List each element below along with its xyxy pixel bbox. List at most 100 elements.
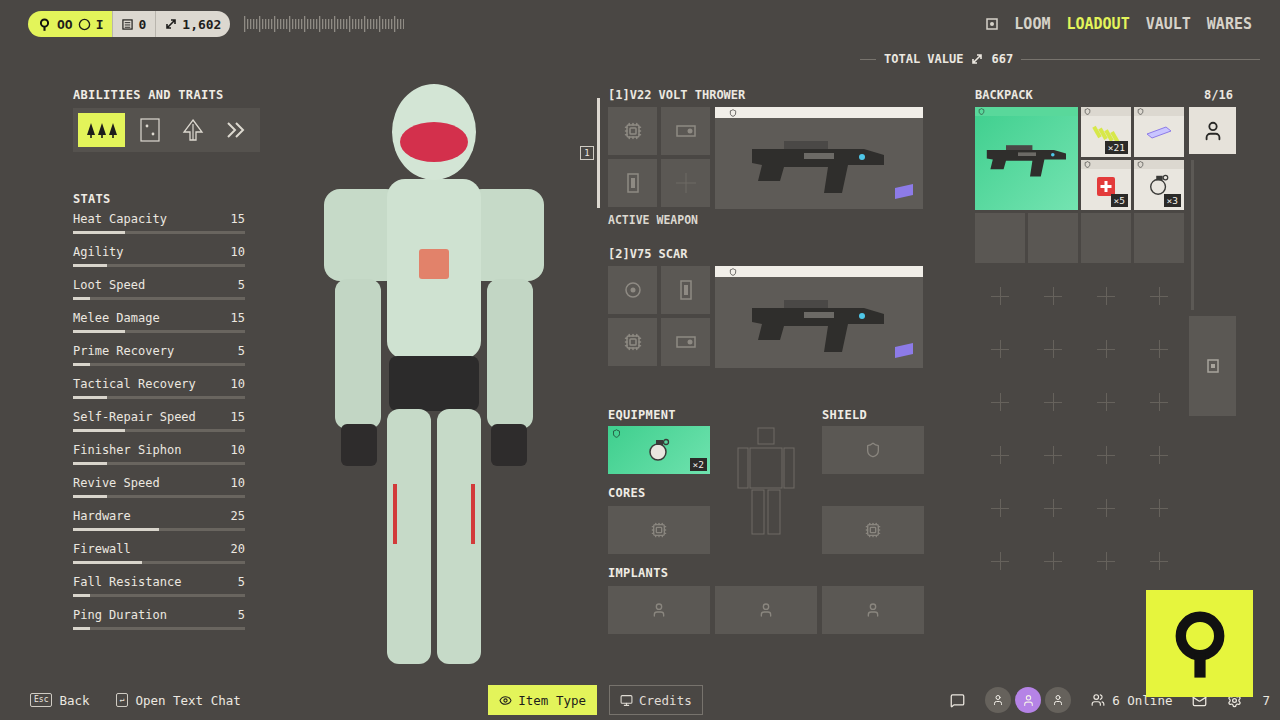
backpack-scrollbar[interactable] (1191, 160, 1194, 310)
cores-title: CORES (608, 486, 710, 500)
backpack-empty-slot[interactable] (1028, 213, 1078, 263)
key-hint[interactable]: EscBack (30, 693, 90, 708)
stat-bar (73, 462, 245, 465)
grenade-icon (646, 437, 672, 463)
locked-slot-mark (975, 536, 1025, 586)
character-preview[interactable] (260, 70, 608, 680)
locked-grid (975, 271, 1184, 586)
weapon-scrollbar[interactable] (597, 98, 600, 208)
nav-tab[interactable]: VAULT (1146, 13, 1191, 35)
counter-value: 0 (138, 17, 146, 32)
locked-slot-mark (1028, 377, 1078, 427)
nav-tab[interactable]: LOADOUT (1066, 13, 1129, 35)
total-value-label: TOTAL VALUE (884, 52, 963, 66)
stat-line: Loot Speed5 (73, 278, 245, 293)
stat-name: Fall Resistance (73, 575, 181, 590)
locked-slot-mark (1134, 483, 1184, 533)
party-slot-button[interactable] (985, 687, 1011, 713)
party-slot-button[interactable] (1045, 687, 1071, 713)
weapon-card[interactable] (715, 107, 923, 209)
ability-button[interactable] (78, 113, 125, 147)
weapon-header: [1]V22 VOLT THROWER (608, 88, 924, 102)
stat-line: Finisher Siphon10 (73, 443, 245, 458)
mod-slot[interactable] (661, 318, 710, 366)
backpack-item[interactable] (1134, 107, 1184, 157)
stat-name: Agility (73, 245, 124, 260)
ability-button[interactable] (218, 113, 255, 147)
stat-value: 10 (231, 476, 245, 491)
core-slot[interactable] (608, 506, 710, 554)
backpack-empty-slot[interactable] (1134, 213, 1184, 263)
stat-row: Melee Damage15 (73, 311, 245, 333)
mod-slot[interactable] (608, 318, 657, 366)
filter-button[interactable]: Item Type (488, 685, 597, 715)
ability-button[interactable] (131, 113, 168, 147)
ability-button[interactable] (174, 113, 211, 147)
stash-button[interactable] (1189, 316, 1236, 416)
key-cap: ↵ (116, 693, 129, 707)
party-leader-button[interactable] (1015, 687, 1041, 713)
locked-slot-mark (1081, 483, 1131, 533)
mod-slot[interactable] (608, 107, 657, 155)
locked-slot-mark (1028, 271, 1078, 321)
backpack-item[interactable]: ×3 (1134, 160, 1184, 210)
weapon-art (715, 277, 923, 368)
character-figure (269, 74, 599, 674)
barcode-icon (244, 14, 404, 34)
nav-tab[interactable]: WARES (1207, 13, 1252, 35)
weapon-card[interactable] (715, 266, 923, 368)
weapon-type-icon (729, 109, 737, 117)
stat-row: Agility10 (73, 245, 245, 267)
locked-slot-mark (1134, 430, 1184, 480)
rank-circle-icon (78, 18, 91, 31)
weapon-body (608, 266, 924, 368)
player-rank: I (96, 17, 104, 32)
stat-row: Loot Speed5 (73, 278, 245, 300)
locked-slot-mark (1134, 377, 1184, 427)
mod-slot[interactable] (608, 266, 657, 314)
backpack-item[interactable]: ×21 (1081, 107, 1131, 157)
stat-name: Finisher Siphon (73, 443, 181, 458)
mod-icon (1144, 122, 1174, 142)
stat-bar (73, 627, 245, 630)
item-count: ×3 (1164, 194, 1181, 207)
stat-name: Ping Duration (73, 608, 167, 623)
stat-name: Self-Repair Speed (73, 410, 196, 425)
stat-name: Heat Capacity (73, 212, 167, 227)
nav-tab[interactable]: LOOM (1014, 13, 1050, 35)
mod-slot[interactable] (661, 159, 710, 207)
stat-value: 25 (231, 509, 245, 524)
party-icon (992, 694, 1004, 706)
mod-slot[interactable] (661, 107, 710, 155)
player-segment: OOI (28, 11, 112, 37)
key-hint[interactable]: ↵Open Text Chat (116, 693, 241, 708)
stat-bar-fill (73, 528, 159, 531)
backpack-item[interactable] (975, 107, 1078, 210)
counter-segment: 1,602 (155, 11, 230, 37)
locked-slot-mark (1081, 271, 1131, 321)
equipment-slot[interactable]: ×2 (608, 426, 710, 474)
weapon-body: ACTIVE WEAPON (608, 107, 924, 227)
core-slot[interactable] (822, 506, 924, 554)
stat-bar (73, 231, 245, 234)
implant-slot[interactable] (715, 586, 817, 634)
mod-slot[interactable] (608, 159, 657, 207)
chat-button[interactable] (950, 693, 965, 708)
backpack-empty-slot[interactable] (975, 213, 1025, 263)
stat-bar (73, 363, 245, 366)
filter-button[interactable]: Credits (609, 685, 703, 715)
implant-slot[interactable] (608, 586, 710, 634)
backpack-item[interactable]: ×5 (1081, 160, 1131, 210)
backpack-empty-slot[interactable] (1081, 213, 1131, 263)
weapon-card-strip (715, 266, 923, 277)
abilities-bar (73, 108, 260, 152)
notification-count: 7 (1262, 693, 1270, 708)
implant-slot[interactable] (822, 586, 924, 634)
shield-slot[interactable] (822, 426, 924, 474)
mod-slot[interactable] (661, 266, 710, 314)
stat-bar (73, 528, 245, 531)
top-bar: OOI 0 1,602 LOOM LOADOUT VAULT WARES (0, 0, 1280, 48)
character-view-button[interactable] (1189, 107, 1236, 154)
player-pill[interactable]: OOI 0 1,602 (28, 11, 230, 37)
dotted-square-icon (140, 118, 160, 142)
